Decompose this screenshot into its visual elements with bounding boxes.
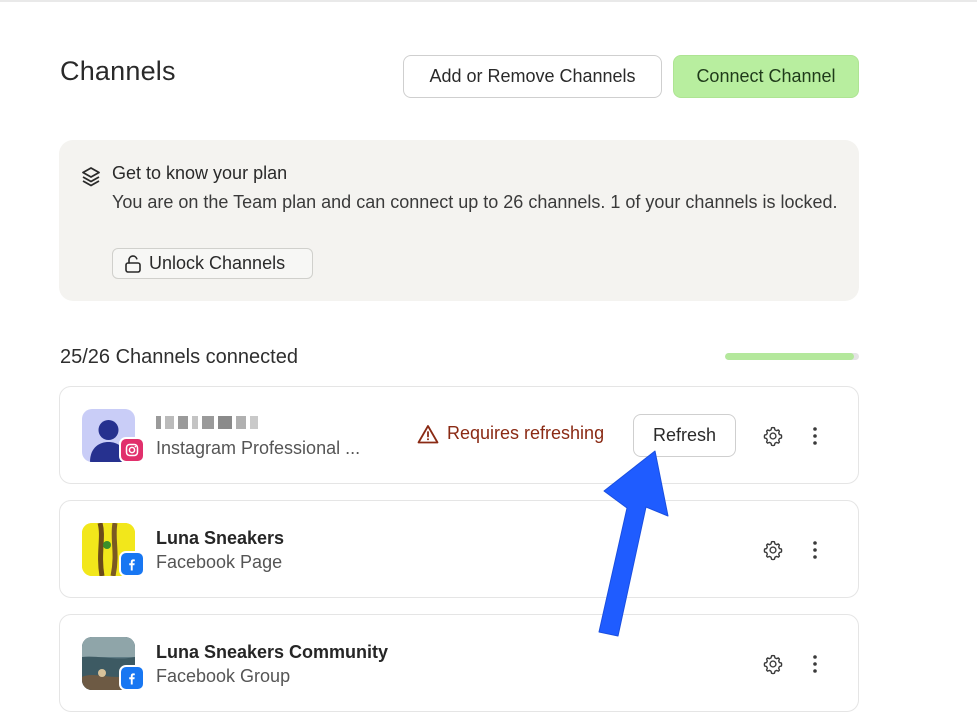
lock-open-icon	[125, 254, 141, 273]
plan-title: Get to know your plan	[112, 163, 288, 183]
plan-description: You are on the Team plan and can connect…	[112, 192, 838, 212]
warning-text: Requires refreshing	[447, 423, 605, 443]
channel-card-instagram: Instagram Professional ... Requires refr…	[59, 386, 859, 484]
channel-card-luna-sneakers: Luna Sneakers Facebook Page	[59, 500, 859, 598]
instagram-badge-icon	[119, 437, 145, 463]
gear-icon[interactable]	[762, 653, 784, 675]
facebook-badge-icon	[119, 665, 145, 691]
more-options-icon[interactable]	[806, 425, 824, 447]
requires-refreshing-warning: Requires refreshing	[417, 423, 604, 444]
more-options-icon[interactable]	[806, 539, 824, 561]
channel-type: Facebook Group	[156, 666, 291, 686]
refresh-button[interactable]: Refresh	[633, 414, 736, 457]
layers-icon	[82, 167, 100, 187]
top-border	[0, 0, 977, 2]
channels-progress-bar	[725, 353, 859, 360]
gear-icon[interactable]	[762, 539, 784, 561]
connect-channel-button[interactable]: Connect Channel	[673, 55, 859, 98]
channel-name: Luna Sneakers Community	[156, 642, 389, 662]
gear-icon[interactable]	[762, 425, 784, 447]
channels-progress-fill	[725, 353, 854, 360]
unlock-channels-button[interactable]: Unlock Channels	[112, 248, 313, 279]
warning-triangle-icon	[417, 424, 439, 443]
redacted-channel-name	[156, 414, 258, 430]
facebook-badge-icon	[119, 551, 145, 577]
add-remove-channels-button[interactable]: Add or Remove Channels	[403, 55, 662, 98]
channels-connected-count: 25/26 Channels connected	[60, 346, 298, 368]
plan-info-panel: Get to know your plan You are on the Tea…	[59, 140, 859, 301]
channel-name: Luna Sneakers	[156, 528, 285, 548]
channel-card-luna-sneakers-community: Luna Sneakers Community Facebook Group	[59, 614, 859, 712]
more-options-icon[interactable]	[806, 653, 824, 675]
page-title: Channels	[60, 56, 176, 86]
unlock-channels-label: Unlock Channels	[149, 253, 286, 273]
channel-type: Instagram Professional ...	[156, 438, 361, 458]
channel-type: Facebook Page	[156, 552, 283, 572]
